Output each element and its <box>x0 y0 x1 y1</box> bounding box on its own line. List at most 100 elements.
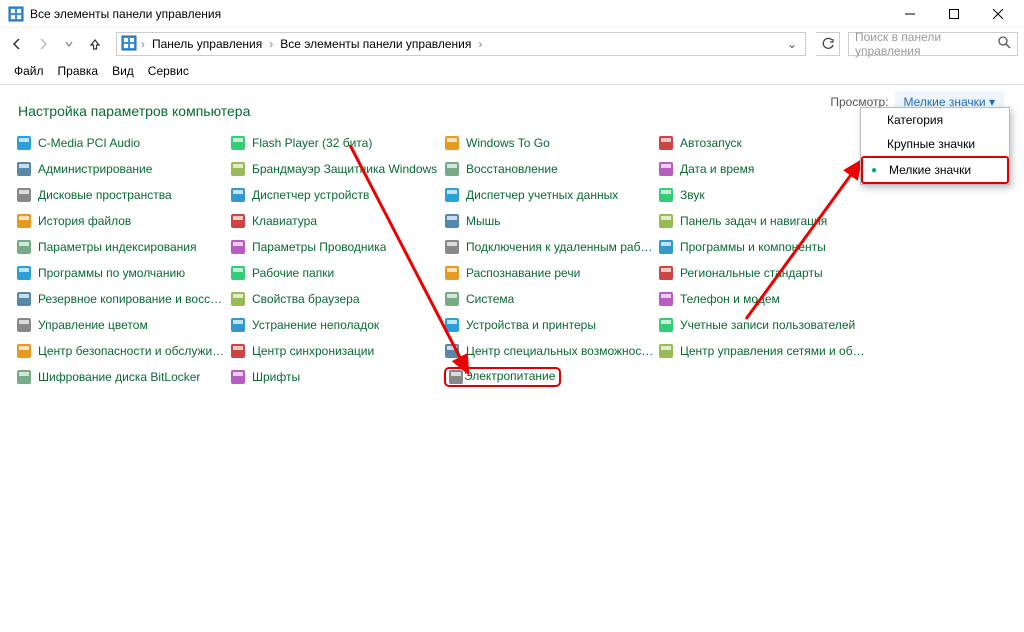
applet-label: Панель задач и навигация <box>680 214 827 228</box>
applet-label: Восстановление <box>466 162 558 176</box>
applet-icon <box>658 291 674 307</box>
control-panel-item[interactable]: Шифрование диска BitLocker <box>16 367 226 387</box>
applet-label: Устройства и принтеры <box>466 318 596 332</box>
control-panel-item[interactable]: Панель задач и навигация <box>658 211 868 231</box>
control-panel-item[interactable]: Система <box>444 289 654 309</box>
applet-label: Дата и время <box>680 162 754 176</box>
dropdown-small-icons[interactable]: Мелкие значки <box>861 156 1009 184</box>
control-panel-item[interactable]: Автозапуск <box>658 133 868 153</box>
applet-icon <box>444 343 460 359</box>
control-panel-item[interactable]: Рабочие папки <box>230 263 440 283</box>
control-panel-item[interactable] <box>658 367 868 387</box>
applet-label: Центр безопасности и обслуживан... <box>38 344 226 358</box>
window-title: Все элементы панели управления <box>30 7 888 21</box>
control-panel-item[interactable]: Центр синхронизации <box>230 341 440 361</box>
control-panel-item[interactable]: Устройства и принтеры <box>444 315 654 335</box>
control-panel-item[interactable]: Центр управления сетями и общи... <box>658 341 868 361</box>
control-panel-item[interactable]: Мышь <box>444 211 654 231</box>
applet-icon <box>230 161 246 177</box>
applet-icon <box>16 317 32 333</box>
back-button[interactable] <box>6 33 28 55</box>
applet-label: Шифрование диска BitLocker <box>38 370 200 384</box>
control-panel-item[interactable]: Диспетчер устройств <box>230 185 440 205</box>
control-panel-item[interactable]: Шрифты <box>230 367 440 387</box>
chevron-right-icon[interactable]: › <box>265 37 277 51</box>
control-panel-item[interactable]: Управление цветом <box>16 315 226 335</box>
applet-icon <box>16 291 32 307</box>
applet-icon <box>230 265 246 281</box>
control-panel-item[interactable]: Резервное копирование и восстан... <box>16 289 226 309</box>
applet-label: Брандмауэр Защитника Windows <box>252 162 437 176</box>
forward-button[interactable] <box>32 33 54 55</box>
control-panel-item[interactable]: Центр специальных возможностей <box>444 341 654 361</box>
control-panel-item[interactable]: Распознавание речи <box>444 263 654 283</box>
control-panel-item[interactable]: Электропитание <box>444 367 654 387</box>
applet-icon <box>658 239 674 255</box>
applet-icon <box>230 187 246 203</box>
control-panel-item[interactable]: Звук <box>658 185 868 205</box>
breadcrumb-current[interactable]: Все элементы панели управления <box>277 36 474 52</box>
applet-label: Устранение неполадок <box>252 318 379 332</box>
applet-icon <box>16 213 32 229</box>
minimize-button[interactable] <box>888 0 932 28</box>
control-panel-item[interactable]: Свойства браузера <box>230 289 440 309</box>
applet-label: Учетные записи пользователей <box>680 318 855 332</box>
applet-label: Центр специальных возможностей <box>466 344 654 358</box>
control-panel-item[interactable]: Программы по умолчанию <box>16 263 226 283</box>
control-panel-item[interactable]: Подключения к удаленным рабоч... <box>444 237 654 257</box>
control-panel-item[interactable]: Брандмауэр Защитника Windows <box>230 159 440 179</box>
refresh-button[interactable] <box>816 32 840 56</box>
control-panel-item[interactable]: Windows To Go <box>444 133 654 153</box>
title-bar: Все элементы панели управления <box>0 0 1024 28</box>
control-panel-item[interactable]: Дата и время <box>658 159 868 179</box>
applet-icon <box>16 265 32 281</box>
control-panel-item[interactable]: Устранение неполадок <box>230 315 440 335</box>
applet-label: Flash Player (32 бита) <box>252 136 372 150</box>
menu-view[interactable]: Вид <box>112 64 134 78</box>
search-icon[interactable] <box>998 36 1011 52</box>
applet-label: Windows To Go <box>466 136 550 150</box>
control-panel-item[interactable]: Восстановление <box>444 159 654 179</box>
dropdown-large-icons[interactable]: Крупные значки <box>861 132 1009 156</box>
applet-label: Телефон и модем <box>680 292 780 306</box>
applet-icon <box>658 343 674 359</box>
control-panel-item[interactable]: Центр безопасности и обслуживан... <box>16 341 226 361</box>
control-panel-item[interactable]: Программы и компоненты <box>658 237 868 257</box>
applet-label: Система <box>466 292 514 306</box>
control-panel-item[interactable]: Региональные стандарты <box>658 263 868 283</box>
control-panel-item[interactable]: Параметры индексирования <box>16 237 226 257</box>
addressbar-dropdown-icon[interactable]: ⌄ <box>783 37 801 51</box>
applet-label: Программы по умолчанию <box>38 266 185 280</box>
control-panel-item[interactable]: Телефон и модем <box>658 289 868 309</box>
close-button[interactable] <box>976 0 1020 28</box>
chevron-right-icon[interactable]: › <box>474 37 486 51</box>
chevron-right-icon[interactable]: › <box>137 37 149 51</box>
control-panel-item[interactable]: Параметры Проводника <box>230 237 440 257</box>
control-panel-item[interactable]: Дисковые пространства <box>16 185 226 205</box>
control-panel-item[interactable]: Клавиатура <box>230 211 440 231</box>
control-panel-item[interactable]: Диспетчер учетных данных <box>444 185 654 205</box>
menu-file[interactable]: Файл <box>14 64 44 78</box>
control-panel-icon <box>121 35 137 54</box>
menu-service[interactable]: Сервис <box>148 64 189 78</box>
applet-label: Распознавание речи <box>466 266 580 280</box>
recent-dropdown-icon[interactable] <box>58 33 80 55</box>
maximize-button[interactable] <box>932 0 976 28</box>
menu-bar: Файл Правка Вид Сервис <box>0 60 1024 85</box>
control-panel-item[interactable]: Flash Player (32 бита) <box>230 133 440 153</box>
applet-icon <box>658 161 674 177</box>
applet-icon <box>444 317 460 333</box>
search-input[interactable]: Поиск в панели управления <box>848 32 1018 56</box>
address-bar[interactable]: › Панель управления › Все элементы панел… <box>116 32 806 56</box>
up-button[interactable] <box>84 33 106 55</box>
control-panel-item[interactable]: Учетные записи пользователей <box>658 315 868 335</box>
control-panel-item[interactable]: C-Media PCI Audio <box>16 133 226 153</box>
applet-label: Электропитание <box>464 369 555 385</box>
applet-label: Центр управления сетями и общи... <box>680 344 868 358</box>
dropdown-category[interactable]: Категория <box>861 108 1009 132</box>
applet-icon <box>230 239 246 255</box>
control-panel-item[interactable]: Администрирование <box>16 159 226 179</box>
menu-edit[interactable]: Правка <box>58 64 99 78</box>
breadcrumb-root[interactable]: Панель управления <box>149 36 265 52</box>
control-panel-item[interactable]: История файлов <box>16 211 226 231</box>
